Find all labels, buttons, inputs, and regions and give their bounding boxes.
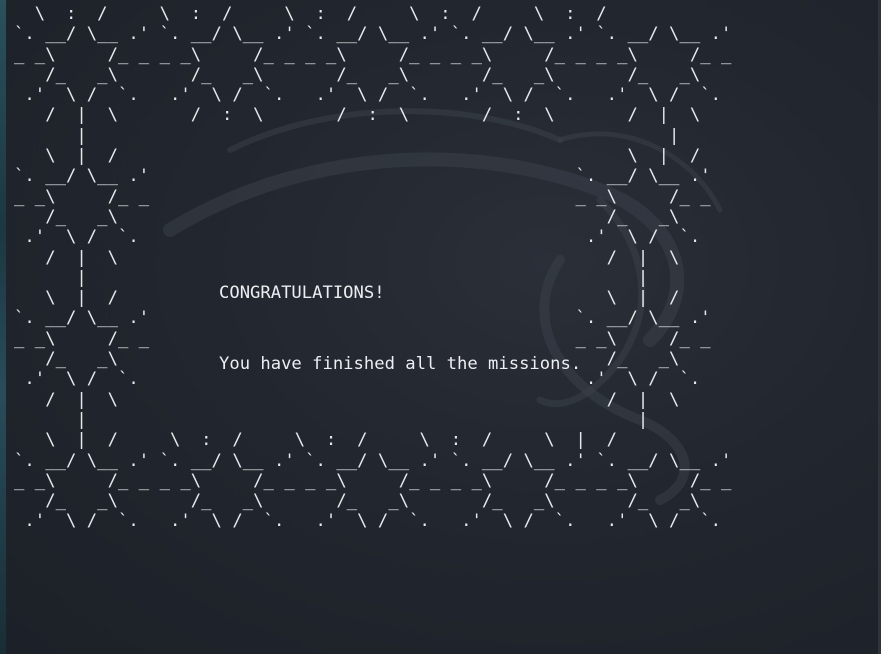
terminal-window[interactable]: \ : / \ : / \ : / \ : / \ : / `. __/ \__… <box>0 0 881 654</box>
window-left-edge <box>0 0 6 654</box>
ascii-art-border: \ : / \ : / \ : / \ : / \ : / `. __/ \__… <box>14 4 732 532</box>
missions-finished-message: You have finished all the missions. <box>219 354 582 374</box>
congratulations-heading: CONGRATULATIONS! <box>219 283 385 303</box>
